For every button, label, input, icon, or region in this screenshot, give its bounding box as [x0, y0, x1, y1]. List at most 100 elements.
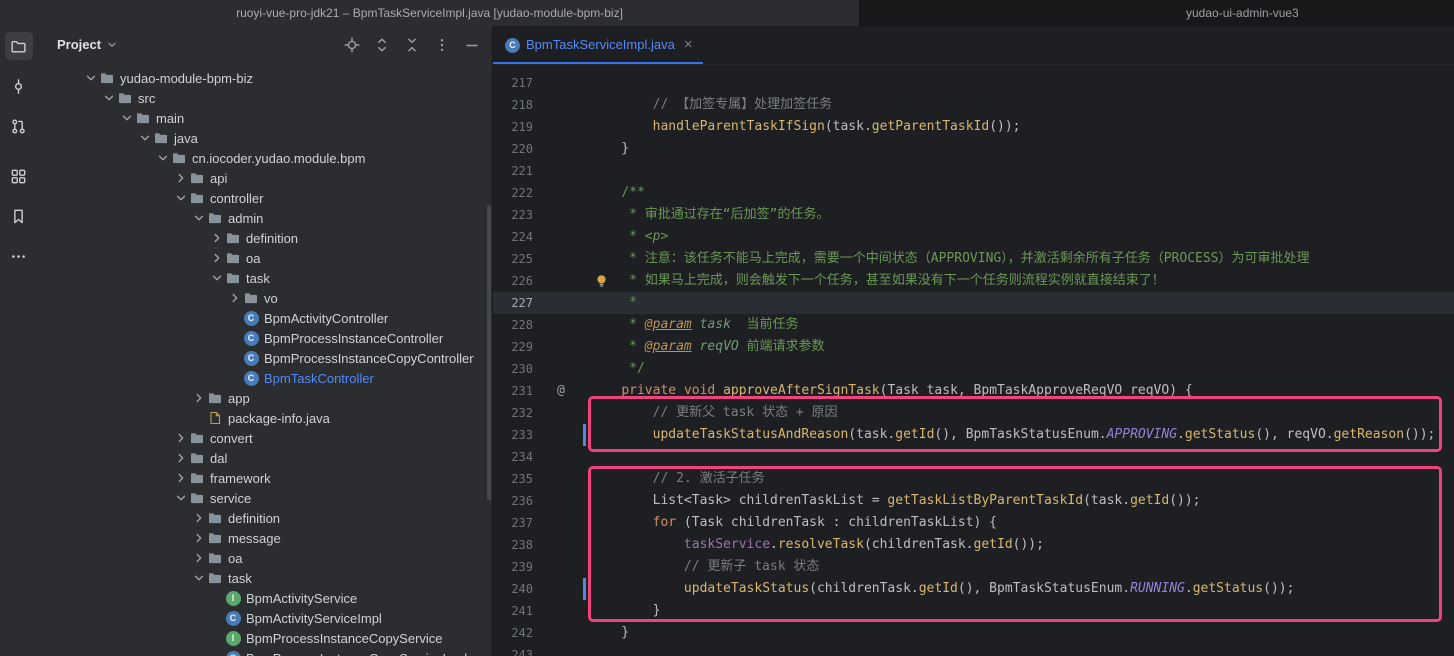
line-number[interactable]: 242: [493, 622, 533, 644]
close-icon[interactable]: ×: [684, 37, 693, 52]
tree-item-api[interactable]: api: [38, 168, 492, 188]
code-line-220[interactable]: 220 }: [493, 138, 1454, 160]
code-line-228[interactable]: 228 * @param task 当前任务: [493, 314, 1454, 336]
code-line-230[interactable]: 230 */: [493, 358, 1454, 380]
tree-item-vo[interactable]: vo: [38, 288, 492, 308]
tree-item-definition[interactable]: definition: [38, 508, 492, 528]
code-area[interactable]: 217218 // 【加签专属】处理加签任务219 handleParentTa…: [493, 65, 1454, 656]
tree-item-main[interactable]: main: [38, 108, 492, 128]
chevron-right-icon[interactable]: [173, 170, 189, 186]
code-line-221[interactable]: 221: [493, 160, 1454, 182]
tree-item-controller[interactable]: controller: [38, 188, 492, 208]
line-number[interactable]: 217: [493, 72, 533, 94]
code-line-217[interactable]: 217: [493, 72, 1454, 94]
code-line-218[interactable]: 218 // 【加签专属】处理加签任务: [493, 94, 1454, 116]
tree-item-convert[interactable]: convert: [38, 428, 492, 448]
code-line-224[interactable]: 224 * <p>: [493, 226, 1454, 248]
tree-item-bpmactivitycontroller[interactable]: CBpmActivityController: [38, 308, 492, 328]
expand-all-icon[interactable]: [374, 37, 390, 53]
bookmarks-icon[interactable]: [5, 202, 33, 230]
tree-item-package-info.java[interactable]: package-info.java: [38, 408, 492, 428]
tree-item-oa[interactable]: oa: [38, 248, 492, 268]
tree-item-service[interactable]: service: [38, 488, 492, 508]
annotation-gutter-icon[interactable]: @: [557, 380, 565, 402]
chevron-down-icon[interactable]: [137, 130, 153, 146]
chevron-down-icon[interactable]: [83, 70, 99, 86]
collapse-all-icon[interactable]: [404, 37, 420, 53]
tree-item-yudao-module-bpm-biz[interactable]: yudao-module-bpm-biz: [38, 68, 492, 88]
line-number[interactable]: 226: [493, 270, 533, 292]
code-line-236[interactable]: 236 List<Task> childrenTaskList = getTas…: [493, 490, 1454, 512]
chevron-right-icon[interactable]: [191, 550, 207, 566]
line-number[interactable]: 220: [493, 138, 533, 160]
project-icon[interactable]: [5, 32, 33, 60]
code-line-226[interactable]: 226 * 如果马上完成，则会触发下一个任务，甚至如果没有下一个任务则流程实例就…: [493, 270, 1454, 292]
tree-item-task[interactable]: task: [38, 268, 492, 288]
tree-item-definition[interactable]: definition: [38, 228, 492, 248]
tree-item-bpmactivityserviceimpl[interactable]: CBpmActivityServiceImpl: [38, 608, 492, 628]
code-line-231[interactable]: 231@ private void approveAfterSignTask(T…: [493, 380, 1454, 402]
chevron-right-icon[interactable]: [209, 250, 225, 266]
line-number[interactable]: 219: [493, 116, 533, 138]
code-line-238[interactable]: 238 taskService.resolveTask(childrenTask…: [493, 534, 1454, 556]
line-number[interactable]: 231: [493, 380, 533, 402]
line-number[interactable]: 237: [493, 512, 533, 534]
line-number[interactable]: 232: [493, 402, 533, 424]
line-number[interactable]: 230: [493, 358, 533, 380]
line-number[interactable]: 243: [493, 644, 533, 656]
code-line-222[interactable]: 222 /**: [493, 182, 1454, 204]
tree-item-dal[interactable]: dal: [38, 448, 492, 468]
line-number[interactable]: 223: [493, 204, 533, 226]
code-line-233[interactable]: 233 updateTaskStatusAndReason(task.getId…: [493, 424, 1454, 446]
structure-icon[interactable]: [5, 162, 33, 190]
line-number[interactable]: 238: [493, 534, 533, 556]
tree-item-bpmprocessinstancecontroller[interactable]: CBpmProcessInstanceController: [38, 328, 492, 348]
line-number[interactable]: 221: [493, 160, 533, 182]
code-line-223[interactable]: 223 * 审批通过存在“后加签”的任务。: [493, 204, 1454, 226]
chevron-right-icon[interactable]: [191, 510, 207, 526]
more-vertical-icon[interactable]: [434, 37, 450, 53]
code-line-239[interactable]: 239 // 更新子 task 状态: [493, 556, 1454, 578]
line-number[interactable]: 239: [493, 556, 533, 578]
tree-item-java[interactable]: java: [38, 128, 492, 148]
tree-item-bpmtaskcontroller[interactable]: CBpmTaskController: [38, 368, 492, 388]
tree-item-message[interactable]: message: [38, 528, 492, 548]
line-number[interactable]: 224: [493, 226, 533, 248]
chevron-right-icon[interactable]: [191, 530, 207, 546]
code-line-219[interactable]: 219 handleParentTaskIfSign(task.getParen…: [493, 116, 1454, 138]
line-number[interactable]: 222: [493, 182, 533, 204]
line-number[interactable]: 240: [493, 578, 533, 600]
code-line-225[interactable]: 225 * 注意：该任务不能马上完成，需要一个中间状态（APPROVING），并…: [493, 248, 1454, 270]
tree-item-bpmprocessinstancecopyserviceimpl[interactable]: CBpmProcessInstanceCopyServiceImpl: [38, 648, 492, 656]
chevron-right-icon[interactable]: [173, 470, 189, 486]
line-number[interactable]: 228: [493, 314, 533, 336]
chevron-right-icon[interactable]: [191, 390, 207, 406]
line-number[interactable]: 227: [493, 292, 533, 314]
project-tree-scrollbar[interactable]: [487, 205, 491, 500]
tree-item-src[interactable]: src: [38, 88, 492, 108]
tree-item-admin[interactable]: admin: [38, 208, 492, 228]
line-number[interactable]: 225: [493, 248, 533, 270]
chevron-down-icon[interactable]: [191, 570, 207, 586]
code-line-242[interactable]: 242 }: [493, 622, 1454, 644]
code-line-241[interactable]: 241 }: [493, 600, 1454, 622]
chevron-down-icon[interactable]: [191, 210, 207, 226]
chevron-right-icon[interactable]: [173, 450, 189, 466]
tree-item-task[interactable]: task: [38, 568, 492, 588]
chevron-down-icon[interactable]: [101, 90, 117, 106]
chevron-right-icon[interactable]: [227, 290, 243, 306]
tree-item-bpmprocessinstancecopycontroller[interactable]: CBpmProcessInstanceCopyController: [38, 348, 492, 368]
line-number[interactable]: 236: [493, 490, 533, 512]
tree-item-app[interactable]: app: [38, 388, 492, 408]
chevron-down-icon[interactable]: [173, 490, 189, 506]
locate-icon[interactable]: [344, 37, 360, 53]
chevron-down-icon[interactable]: [209, 270, 225, 286]
tree-item-framework[interactable]: framework: [38, 468, 492, 488]
line-number[interactable]: 234: [493, 446, 533, 468]
code-line-237[interactable]: 237 for (Task childrenTask : childrenTas…: [493, 512, 1454, 534]
code-line-229[interactable]: 229 * @param reqVO 前端请求参数: [493, 336, 1454, 358]
line-number[interactable]: 241: [493, 600, 533, 622]
chevron-right-icon[interactable]: [209, 230, 225, 246]
chevron-down-icon[interactable]: [105, 38, 119, 52]
line-number[interactable]: 233: [493, 424, 533, 446]
